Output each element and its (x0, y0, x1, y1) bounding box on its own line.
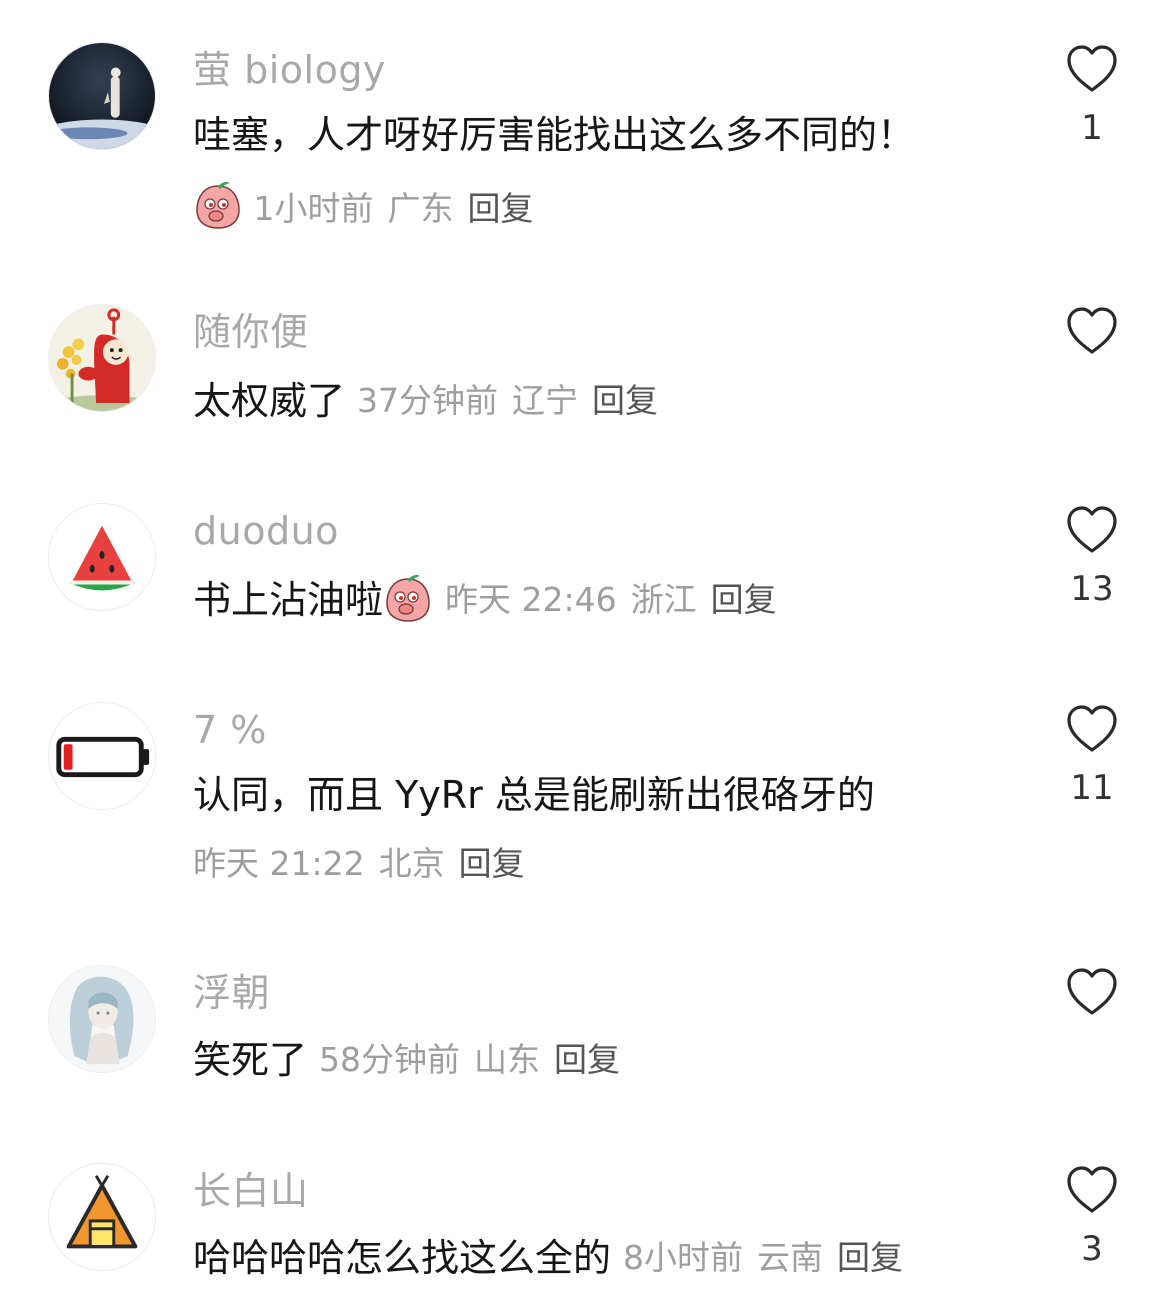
like-count: 3 (1081, 1229, 1103, 1269)
heart-icon (1067, 307, 1117, 354)
comment-text: 笑死了 (193, 1038, 308, 1082)
comment-location: 辽宁 (512, 381, 579, 420)
like-button[interactable] (1064, 306, 1120, 436)
like-count: 13 (1070, 569, 1114, 609)
comment-time: 昨天 22:46 (445, 580, 617, 619)
snow-figure-avatar[interactable] (48, 42, 156, 150)
comment-text: 哇塞，人才呀好厉害能找出这么多不同的！ (193, 113, 916, 157)
comment-meta: 37分钟前 辽宁 回复 (357, 381, 658, 420)
commenter-name[interactable]: 7 % (193, 706, 267, 754)
comment-meta: 58分钟前 山东 回复 (319, 1040, 620, 1079)
comment-time: 昨天 21:22 (193, 844, 365, 883)
heart-icon (1067, 705, 1117, 752)
like-count: 11 (1070, 768, 1114, 808)
comment-location: 浙江 (630, 580, 697, 619)
reply-button[interactable]: 回复 (468, 189, 534, 228)
commenter-name[interactable]: duoduo (193, 507, 339, 555)
like-button[interactable] (1064, 967, 1120, 1097)
pale-anime-girl-avatar[interactable] (48, 965, 156, 1073)
comment-text: 书上沾油啦 (193, 578, 384, 622)
comment-location: 广东 (387, 189, 454, 228)
like-button[interactable]: 13 (1064, 505, 1120, 635)
commenter-name[interactable]: 萤 biology (193, 46, 386, 94)
comment-meta: 8小时前 云南 回复 (623, 1238, 903, 1277)
comment-time: 58分钟前 (319, 1040, 461, 1079)
comment-time: 37分钟前 (357, 381, 499, 420)
like-button[interactable]: 11 (1064, 704, 1120, 834)
commenter-name[interactable]: 随你便 (193, 308, 309, 356)
comment-text: 哈哈哈哈怎么找这么全的 (193, 1236, 612, 1280)
reply-button[interactable]: 回复 (459, 844, 525, 883)
commenter-name[interactable]: 浮朝 (193, 969, 270, 1017)
heart-icon (1067, 1166, 1117, 1213)
heart-icon (1067, 506, 1117, 553)
comment-text: 太权威了 (193, 379, 346, 423)
red-teletubby-flowers-avatar[interactable] (48, 304, 156, 412)
comment-text-row: 笑死了 58分钟前 山东 回复 (193, 1035, 620, 1085)
low-battery-avatar[interactable] (48, 702, 156, 810)
comment-time: 1小时前 (253, 189, 374, 228)
watermelon-avatar[interactable] (48, 503, 156, 611)
comment-meta: 1小时前 广东 回复 (193, 180, 534, 231)
like-count: 1 (1081, 108, 1103, 148)
reply-button[interactable]: 回复 (592, 381, 658, 420)
comment-time: 8小时前 (623, 1238, 744, 1277)
comment-text-row: 书上沾油啦 昨天 22:46 浙江 回复 (193, 573, 777, 625)
comment-text-row: 哈哈哈哈怎么找这么全的 8小时前 云南 回复 (193, 1233, 903, 1283)
heart-icon (1067, 968, 1117, 1015)
reply-button[interactable]: 回复 (554, 1040, 620, 1079)
comment-location: 山东 (474, 1040, 541, 1079)
comment-location: 云南 (757, 1238, 824, 1277)
reply-button[interactable]: 回复 (837, 1238, 903, 1277)
like-button[interactable]: 3 (1064, 1165, 1120, 1295)
comment-text: 认同，而且 YyRr 总是能刷新出很硌牙的 (193, 773, 875, 817)
like-button[interactable]: 1 (1064, 44, 1120, 174)
comment-meta: 昨天 21:22 北京 回复 (193, 842, 525, 886)
heart-icon (1067, 45, 1117, 92)
reply-button[interactable]: 回复 (711, 580, 777, 619)
commenter-name[interactable]: 长白山 (193, 1167, 309, 1215)
peach-face-sticker (383, 573, 433, 623)
comment-meta: 昨天 22:46 浙江 回复 (445, 580, 777, 619)
peach-face-sticker (193, 180, 243, 230)
comment-location: 北京 (378, 844, 445, 883)
orange-tent-avatar[interactable] (48, 1163, 156, 1271)
comment-text-row: 太权威了 37分钟前 辽宁 回复 (193, 376, 658, 426)
